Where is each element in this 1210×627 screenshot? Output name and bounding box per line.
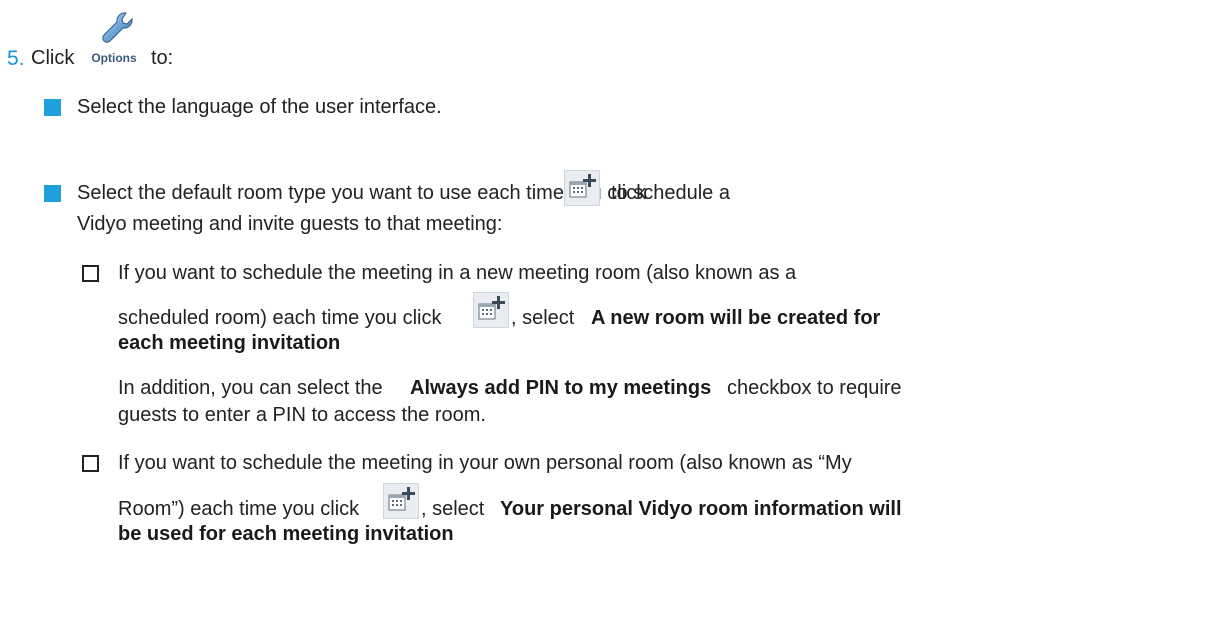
pin-checkbox-name: Always add PIN to my meetings bbox=[410, 377, 712, 399]
bullet-marker bbox=[44, 99, 61, 116]
calendar-plus-icon bbox=[569, 174, 596, 198]
personal-room-option-line2: be used for each meeting invitation bbox=[118, 523, 454, 545]
pin-line2: guests to enter a PIN to access the room… bbox=[118, 404, 486, 426]
room-type-item-line2: Vidyo meeting and invite guests to that … bbox=[77, 213, 503, 235]
calendar-plus-icon bbox=[478, 296, 505, 320]
new-room-option-line1: A new room will be created for bbox=[591, 307, 881, 329]
pin-line1-end: checkbox to require bbox=[727, 377, 902, 399]
schedule-meeting-button[interactable] bbox=[383, 483, 419, 519]
language-item: Select the language of the user interfac… bbox=[77, 96, 442, 118]
options-button[interactable]: Options bbox=[84, 8, 144, 66]
step-to-text: to: bbox=[151, 47, 174, 69]
personal-room-line2-mid: , select bbox=[421, 498, 485, 520]
personal-room-line2-start: Room”) each time you click bbox=[118, 498, 360, 520]
personal-room-option-line1: Your personal Vidyo room information wil… bbox=[500, 498, 902, 520]
calendar-plus-icon bbox=[388, 487, 415, 511]
personal-room-line1: If you want to schedule the meeting in y… bbox=[118, 452, 852, 474]
new-room-line1: If you want to schedule the meeting in a… bbox=[118, 262, 797, 284]
pin-line1-start: In addition, you can select the bbox=[118, 377, 383, 399]
sub-bullet-marker bbox=[82, 455, 99, 472]
new-room-line2-start: scheduled room) each time you click bbox=[118, 307, 442, 329]
sub-bullet-marker bbox=[82, 265, 99, 282]
new-room-line2-mid: , select bbox=[511, 307, 575, 329]
wrench-icon bbox=[102, 12, 133, 43]
new-room-period: . bbox=[327, 332, 333, 354]
step-click-text: Click bbox=[31, 47, 75, 69]
schedule-meeting-button[interactable] bbox=[564, 170, 600, 206]
personal-room-period: . bbox=[442, 523, 448, 545]
room-type-item-line1-end: to schedule a bbox=[611, 182, 730, 204]
room-type-item-line1: Select the default room type you want to… bbox=[77, 182, 647, 204]
new-room-option-line2: each meeting invitation bbox=[118, 332, 341, 354]
step-number: 5. bbox=[7, 47, 25, 70]
options-label: Options bbox=[91, 51, 137, 65]
bullet-marker bbox=[44, 185, 61, 202]
schedule-meeting-button[interactable] bbox=[473, 292, 509, 328]
